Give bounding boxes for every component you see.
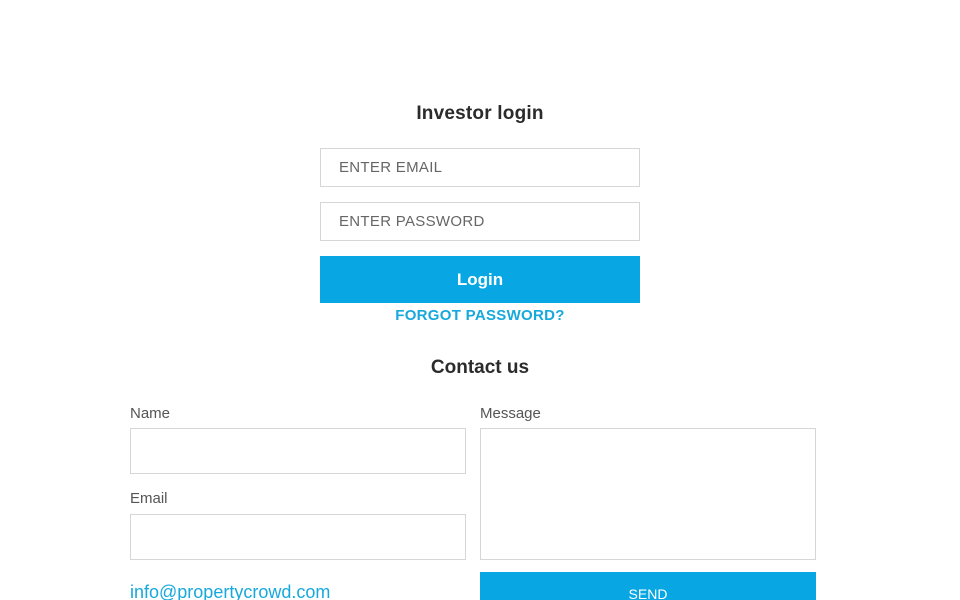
login-button[interactable]: Login [320, 256, 640, 303]
email-field[interactable] [130, 514, 466, 560]
contact-email-link[interactable]: info@propertycrowd.com [130, 582, 330, 600]
message-field[interactable] [480, 428, 816, 560]
page: Investor login Login FORGOT PASSWORD? Co… [0, 0, 960, 600]
message-label: Message [480, 405, 541, 422]
investor-login-title: Investor login [416, 103, 544, 124]
login-email-input[interactable] [320, 148, 640, 187]
email-label: Email [130, 490, 168, 507]
contact-us-title: Contact us [430, 357, 530, 378]
login-password-input[interactable] [320, 202, 640, 241]
name-field[interactable] [130, 428, 466, 474]
name-label: Name [130, 405, 171, 422]
send-button[interactable]: SEND [480, 572, 816, 600]
forgot-password-link[interactable]: FORGOT PASSWORD? [0, 307, 960, 324]
